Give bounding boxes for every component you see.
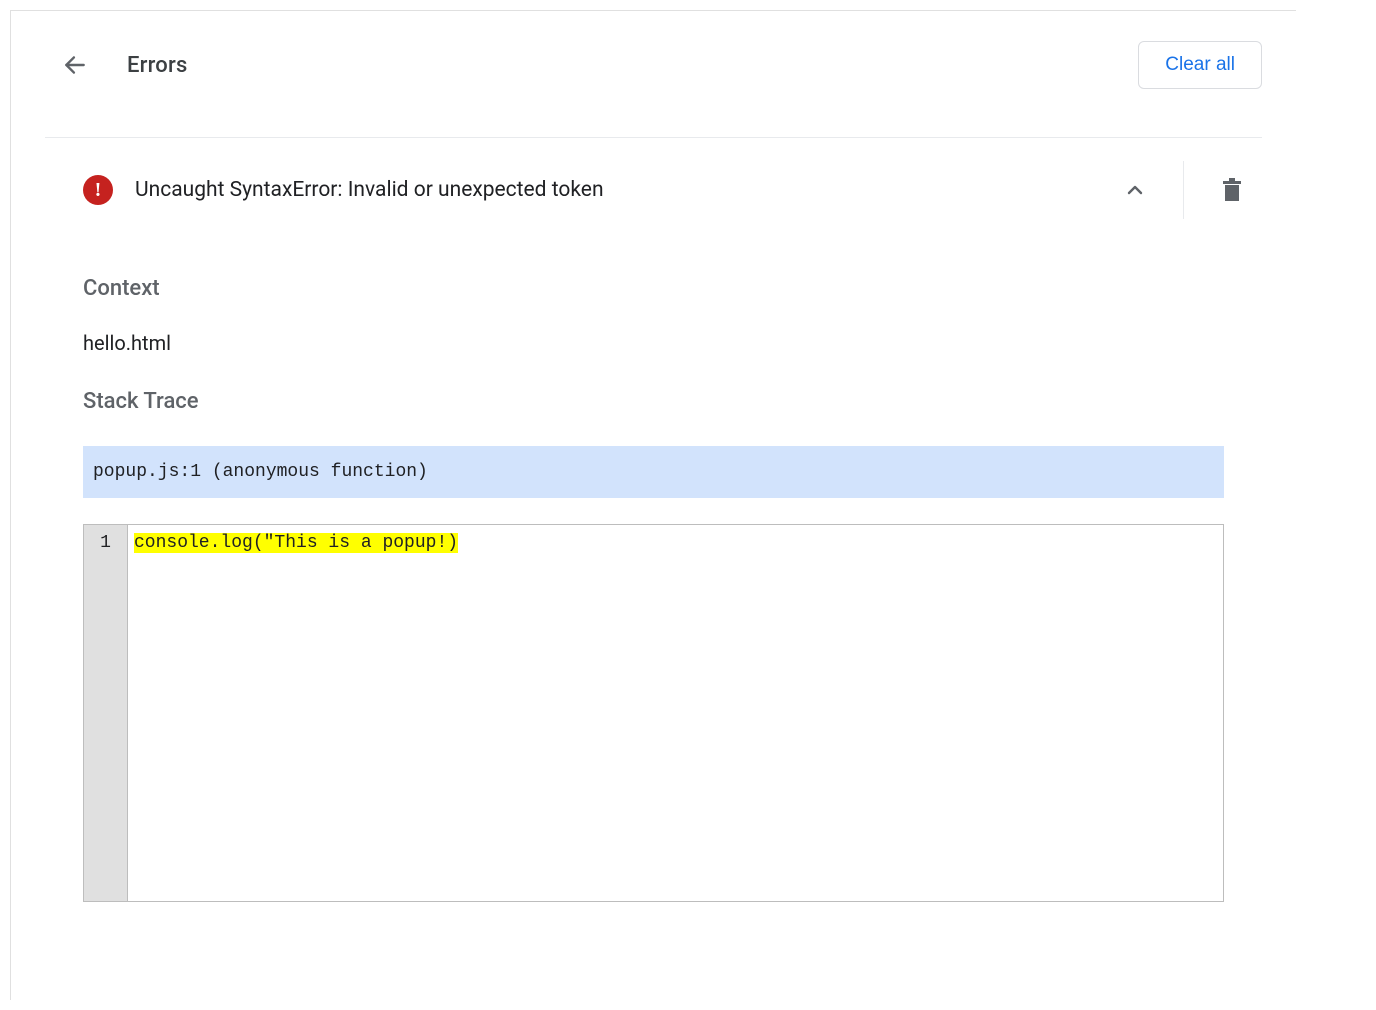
error-message: Uncaught SyntaxError: Invalid or unexpec… xyxy=(135,178,1105,202)
stack-trace-label: Stack Trace xyxy=(83,389,1224,414)
context-label: Context xyxy=(83,276,1224,301)
code-viewer: 1 console.log("This is a popup!) xyxy=(83,524,1224,902)
delete-button[interactable] xyxy=(1202,160,1262,220)
chevron-up-icon xyxy=(1123,178,1147,202)
code-area: console.log("This is a popup!) xyxy=(128,525,1223,901)
arrow-left-icon xyxy=(62,52,88,78)
collapse-button[interactable] xyxy=(1105,160,1165,220)
error-details: Context hello.html Stack Trace popup.js:… xyxy=(11,276,1296,902)
error-header-row[interactable]: ! Uncaught SyntaxError: Invalid or unexp… xyxy=(11,138,1296,242)
context-file: hello.html xyxy=(83,331,1224,355)
header-bar: Errors Clear all xyxy=(11,11,1296,119)
code-line-highlighted: console.log("This is a popup!) xyxy=(134,533,458,553)
separator xyxy=(1183,161,1184,219)
stack-frame[interactable]: popup.js:1 (anonymous function) xyxy=(83,446,1224,498)
line-number: 1 xyxy=(84,533,127,553)
code-gutter: 1 xyxy=(84,525,128,901)
errors-panel: Errors Clear all ! Uncaught SyntaxError:… xyxy=(10,10,1296,1000)
clear-all-button[interactable]: Clear all xyxy=(1138,41,1262,89)
error-icon: ! xyxy=(83,175,113,205)
trash-icon xyxy=(1221,178,1243,202)
back-button[interactable] xyxy=(55,45,95,85)
page-title: Errors xyxy=(127,53,188,78)
